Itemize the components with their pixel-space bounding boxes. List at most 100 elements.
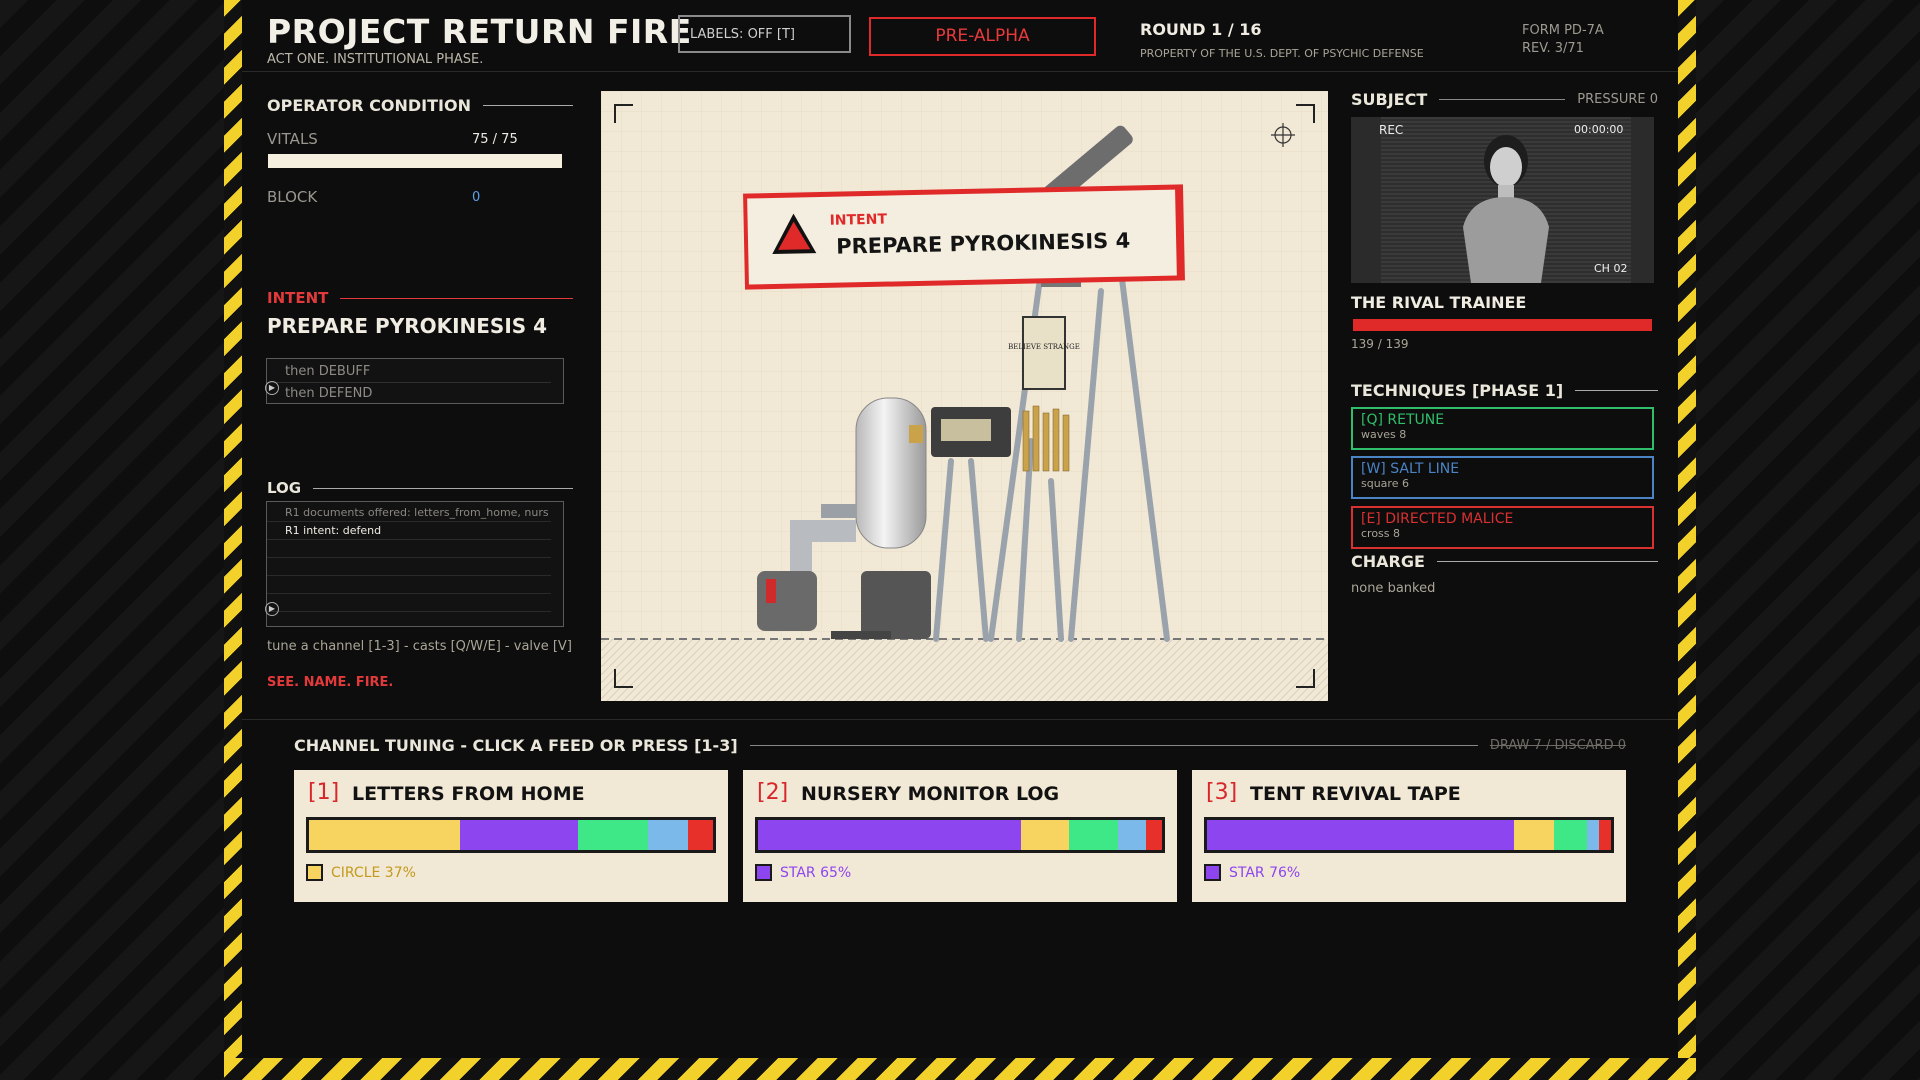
round-counter: ROUND 1 / 16 bbox=[1140, 20, 1262, 39]
labels-toggle-button[interactable]: LABELS: OFF [T] bbox=[678, 15, 851, 53]
warning-triangle-icon bbox=[772, 213, 817, 255]
spectrum-segment bbox=[1207, 820, 1515, 850]
subject-hp-fill bbox=[1353, 319, 1652, 331]
technique-retune-button[interactable]: [Q] RETUNE waves 8 bbox=[1351, 407, 1654, 450]
hazard-stripe-bottom bbox=[224, 1058, 1696, 1080]
feed-card-2[interactable]: [2] NURSERY MONITOR LOG STAR 65% bbox=[743, 770, 1177, 902]
form-info: FORM PD-7A REV. 3/71 bbox=[1522, 22, 1604, 58]
spectrum-segment bbox=[1554, 820, 1587, 850]
intent-queue-item: then DEBUFF bbox=[267, 361, 551, 383]
intent-queue[interactable]: then DEBUFF then DEFEND ▶ bbox=[265, 358, 564, 404]
feed-card-3[interactable]: [3] TENT REVIVAL TAPE STAR 76% bbox=[1192, 770, 1626, 902]
vitals-bar bbox=[268, 154, 562, 168]
spectrum-segment bbox=[647, 820, 689, 850]
technique-salt-line-button[interactable]: [W] SALT LINE square 6 bbox=[1351, 456, 1654, 499]
subject-heading: SUBJECT PRESSURE 0 bbox=[1351, 90, 1658, 109]
spectrum-segment bbox=[578, 820, 648, 850]
spectrum-segment bbox=[1514, 820, 1555, 850]
build-badge: PRE-ALPHA bbox=[869, 17, 1096, 56]
technique-detail: square 6 bbox=[1361, 477, 1409, 490]
feed-index: [1] bbox=[308, 780, 340, 805]
intent-heading: INTENT bbox=[267, 289, 573, 307]
charge-value: none banked bbox=[1351, 581, 1436, 596]
operator-condition-heading: OPERATOR CONDITION bbox=[267, 96, 573, 115]
log-line-empty bbox=[267, 576, 551, 594]
form-id: FORM PD-7A bbox=[1522, 23, 1604, 38]
spectrum-segment bbox=[1598, 820, 1611, 850]
log-panel[interactable]: R1 documents offered: letters_from_home,… bbox=[265, 501, 564, 627]
battle-stage[interactable]: BELIEVE STRANGE INTENT PREPARE PYROKINES… bbox=[601, 91, 1328, 701]
subject-portrait bbox=[1463, 135, 1549, 283]
hazard-stripe-left bbox=[224, 0, 242, 1080]
subject-hp-value: 139 / 139 bbox=[1351, 337, 1409, 351]
technique-directed-malice-button[interactable]: [E] DIRECTED MALICE cross 8 bbox=[1351, 506, 1654, 549]
subject-name: THE RIVAL TRAINEE bbox=[1351, 293, 1527, 312]
spectrum-segment bbox=[758, 820, 1021, 850]
spectrum-segment bbox=[1020, 820, 1070, 850]
feed-name: NURSERY MONITOR LOG bbox=[801, 783, 1060, 805]
pressure-readout: PRESSURE 0 bbox=[1577, 92, 1658, 107]
log-line-empty bbox=[267, 540, 551, 558]
dominant-swatch bbox=[1204, 864, 1221, 881]
log-line-empty bbox=[267, 594, 551, 612]
vitals-bar-fill bbox=[268, 154, 562, 168]
intent-callout: INTENT PREPARE PYROKINESIS 4 bbox=[743, 184, 1185, 290]
feed-channel: CH 02 bbox=[1594, 262, 1628, 275]
backdrop-stripes-right bbox=[1696, 0, 1920, 1080]
feed-spectrum-bar bbox=[755, 817, 1165, 853]
deck-separator: / bbox=[1545, 738, 1551, 753]
feed-dominant: CIRCLE 37% bbox=[331, 865, 416, 881]
techniques-heading: TECHNIQUES [PHASE 1] bbox=[1351, 381, 1658, 400]
deck-counts: DRAW 7 / DISCARD 0 bbox=[1490, 738, 1626, 753]
stage-scene: BELIEVE STRANGE bbox=[601, 91, 1328, 701]
discard-count: DISCARD 0 bbox=[1554, 738, 1626, 753]
feed-index: [3] bbox=[1206, 780, 1238, 805]
block-value: 0 bbox=[472, 190, 481, 205]
rec-indicator: REC bbox=[1379, 123, 1404, 137]
spectrum-segment bbox=[688, 820, 713, 850]
intent-queue-item: then DEFEND bbox=[285, 386, 373, 401]
log-line-empty bbox=[267, 558, 551, 576]
stage-poster-text: BELIEVE STRANGE bbox=[1008, 343, 1080, 351]
feed-index: [2] bbox=[757, 780, 789, 805]
scroll-play-icon[interactable]: ▶ bbox=[265, 381, 279, 395]
log-line: R1 documents offered: letters_from_home,… bbox=[267, 504, 551, 522]
spectrum-segment bbox=[1069, 820, 1118, 850]
spectrum-segment bbox=[1145, 820, 1162, 850]
game-title: PROJECT RETURN FIRE bbox=[267, 12, 692, 51]
controls-hint: tune a channel [1-3] - casts [Q/W/E] - v… bbox=[267, 639, 572, 654]
game-subtitle: ACT ONE. INSTITUTIONAL PHASE. bbox=[267, 52, 484, 67]
callout-intent-label: INTENT bbox=[829, 211, 888, 229]
backdrop-stripes-left bbox=[0, 0, 224, 1080]
vitals-value: 75 / 75 bbox=[472, 132, 518, 147]
charge-heading: CHARGE bbox=[1351, 552, 1658, 571]
tuning-heading: CHANNEL TUNING - CLICK A FEED OR PRESS [… bbox=[294, 736, 1626, 755]
form-rev: REV. 3/71 bbox=[1522, 41, 1584, 56]
log-line: R1 intent: defend bbox=[267, 522, 551, 540]
draw-count: DRAW 7 bbox=[1489, 738, 1542, 753]
feed-spectrum-bar bbox=[306, 817, 716, 853]
header-divider bbox=[242, 71, 1678, 72]
tuning-divider bbox=[242, 719, 1678, 720]
technique-detail: cross 8 bbox=[1361, 527, 1401, 540]
spectrum-segment bbox=[1586, 820, 1599, 850]
feed-card-1[interactable]: [1] LETTERS FROM HOME CIRCLE 37% bbox=[294, 770, 728, 902]
technique-key: [Q] RETUNE bbox=[1361, 412, 1445, 428]
technique-key: [W] SALT LINE bbox=[1361, 461, 1460, 477]
log-scroll-icon[interactable]: ▶ bbox=[265, 602, 279, 616]
technique-detail: waves 8 bbox=[1361, 428, 1407, 441]
spectrum-segment bbox=[1117, 820, 1146, 850]
intent-action: PREPARE PYROKINESIS 4 bbox=[267, 314, 548, 338]
subject-feed: REC 00:00:00 CH 02 bbox=[1351, 117, 1654, 283]
log-heading: LOG bbox=[267, 479, 573, 497]
spectrum-segment bbox=[459, 820, 579, 850]
feed-spectrum-bar bbox=[1204, 817, 1614, 853]
hazard-stripe-right bbox=[1678, 0, 1696, 1080]
feed-dominant: STAR 65% bbox=[780, 865, 852, 881]
technique-key: [E] DIRECTED MALICE bbox=[1361, 511, 1514, 527]
block-label: BLOCK bbox=[267, 188, 318, 206]
feed-timecode: 00:00:00 bbox=[1574, 123, 1624, 136]
vitals-label: VITALS bbox=[267, 130, 318, 148]
feed-dominant: STAR 76% bbox=[1229, 865, 1301, 881]
spectrum-segment bbox=[309, 820, 460, 850]
